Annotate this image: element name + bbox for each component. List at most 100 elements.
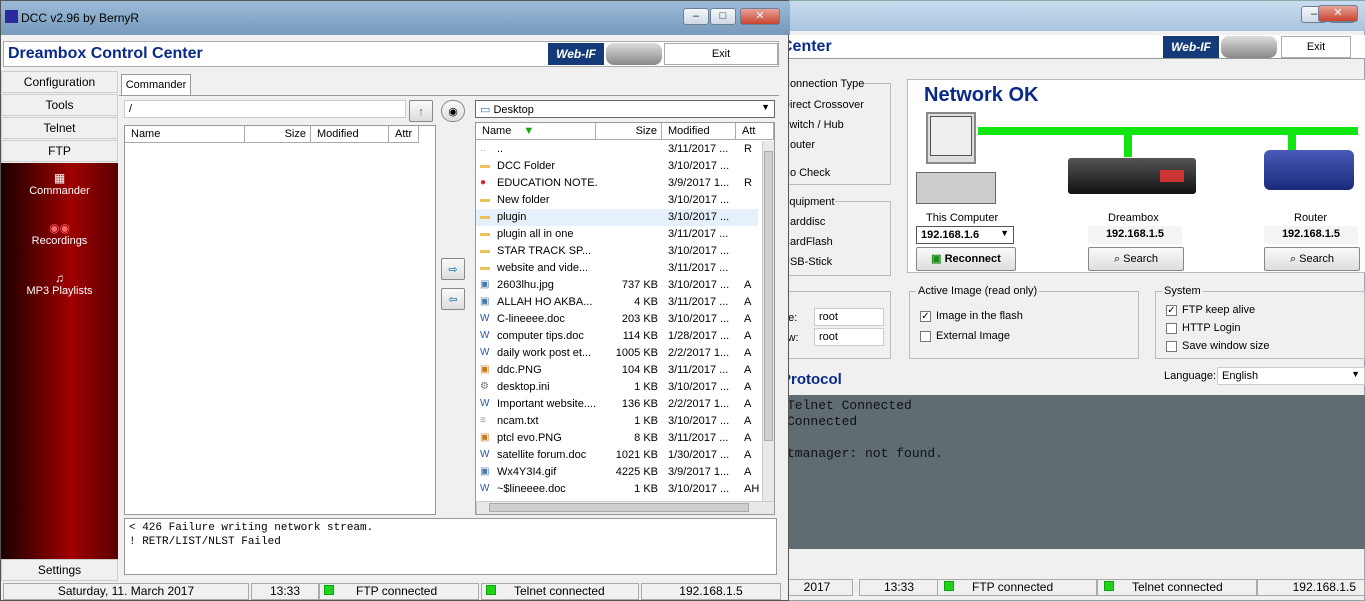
- file-row[interactable]: ▣ ddc.PNG 104 KB 3/11/2017 ... A: [476, 362, 758, 379]
- sidebar: ▦ Commander ◉◉ Recordings ♫ MP3 Playlists: [1, 163, 118, 559]
- file-row[interactable]: W Important website.... 136 KB 2/2/2017 1..…: [476, 396, 758, 413]
- router-search-button[interactable]: ⌕ Search: [1264, 247, 1360, 271]
- option-switch-hub[interactable]: Switch / Hub: [782, 119, 844, 131]
- doc-icon: W: [480, 313, 490, 324]
- file-attr: A: [744, 432, 752, 444]
- chevron-down-icon: ▼: [1000, 228, 1009, 238]
- file-row[interactable]: ▣ 2603lhu.jpg 737 KB 3/10/2017 ... A: [476, 277, 758, 294]
- file-row[interactable]: Wcomputer tips.doc 114 KB 1/28/2017 ... A: [476, 328, 758, 345]
- nav-tools[interactable]: Tools: [1, 94, 118, 116]
- back-close-button[interactable]: ✕: [1318, 5, 1358, 22]
- nav-telnet[interactable]: Telnet: [1, 117, 118, 139]
- file-row[interactable]: ● EDUCATION NOTE... 3/9/2017 1... R: [476, 175, 758, 192]
- language-select[interactable]: English ▼: [1217, 367, 1365, 385]
- right-col-name[interactable]: Name ▼: [476, 123, 596, 140]
- settings-button[interactable]: Settings: [1, 559, 118, 581]
- left-col-attr[interactable]: Attr: [389, 126, 419, 143]
- webif-icon[interactable]: Web-IF: [1163, 36, 1219, 58]
- file-row[interactable]: Wdaily work post et... 1005 KB 2/2/2017 1.…: [476, 345, 758, 362]
- txt-icon: ≡: [480, 415, 486, 426]
- language-label: Language:: [1164, 370, 1216, 382]
- file-row[interactable]: ▣ Wx4Y3I4.gif 4225 KB 3/9/2017 1... A: [476, 464, 758, 481]
- sidebar-item-recordings[interactable]: ◉◉ Recordings: [1, 221, 118, 247]
- status-time: 13:33: [251, 583, 319, 600]
- file-row[interactable]: ▬ plugin 3/10/2017 ...: [476, 209, 758, 226]
- sidebar-item-mp3[interactable]: ♫ MP3 Playlists: [1, 271, 118, 297]
- file-row[interactable]: ≡ ncam.txt 1 KB 3/10/2017 ... A: [476, 413, 758, 430]
- this-computer-label: This Computer: [926, 212, 999, 224]
- right-col-size[interactable]: Size: [596, 123, 662, 140]
- file-mod: 3/9/2017 1...: [668, 177, 730, 189]
- exit-button[interactable]: Exit: [664, 43, 778, 65]
- external-image-option[interactable]: External Image: [920, 330, 1010, 342]
- file-row[interactable]: ▬ New folder 3/10/2017 ...: [476, 192, 758, 209]
- option-cardflash[interactable]: CardFlash: [782, 236, 833, 248]
- file-row[interactable]: Wsatellite forum.doc 1021 KB 1/30/2017 ...…: [476, 447, 758, 464]
- maximize-button[interactable]: □: [710, 8, 736, 25]
- file-row[interactable]: W ~$lineeee.doc 1 KB 3/10/2017 ... AH: [476, 481, 759, 498]
- active-image-group: Active Image (read only) ✓ Image in the f…: [909, 285, 1139, 359]
- file-row[interactable]: ⚙ desktop.ini 1 KB 3/10/2017 ... A: [476, 379, 758, 396]
- file-name: ptcl evo.PNG: [497, 432, 562, 444]
- png-icon: ▣: [480, 432, 490, 443]
- remote-icon[interactable]: [606, 43, 662, 65]
- file-row[interactable]: ▬ DCC Folder 3/10/2017 ...: [476, 158, 758, 175]
- copy-left-icon[interactable]: ⇦: [441, 288, 465, 310]
- sidebar-item-commander[interactable]: ▦ Commander: [1, 171, 118, 197]
- back-exit-button[interactable]: Exit: [1281, 36, 1351, 58]
- remote-icon[interactable]: [1221, 36, 1277, 58]
- left-col-size[interactable]: Size: [245, 126, 311, 143]
- ip-select[interactable]: 192.168.1.6 ▼: [916, 226, 1014, 244]
- nav-configuration[interactable]: Configuration: [1, 71, 118, 93]
- copy-right-icon[interactable]: ⇨: [441, 258, 465, 280]
- tab-commander[interactable]: Commander: [121, 74, 191, 96]
- file-row[interactable]: ▬ STAR TRACK SP... 3/10/2017 ...: [476, 243, 758, 260]
- pass-field[interactable]: root: [814, 328, 884, 346]
- right-path-select[interactable]: ▭ Desktop ▼: [475, 100, 775, 118]
- left-col-modified[interactable]: Modified: [311, 126, 389, 143]
- file-row[interactable]: .... 3/11/2017 ... R: [476, 141, 758, 158]
- file-row[interactable]: ▣ ptcl evo.PNG 8 KB 3/11/2017 ... A: [476, 430, 758, 447]
- image-flash-option[interactable]: ✓ Image in the flash: [920, 310, 1023, 322]
- network-line: [978, 127, 1358, 135]
- file-name: ALLAH HO AKBA...: [497, 296, 593, 308]
- save-window-size-option[interactable]: Save window size: [1166, 340, 1269, 352]
- left-col-name[interactable]: Name: [125, 126, 245, 143]
- file-name: Wx4Y3I4.gif: [497, 466, 557, 478]
- reconnect-button[interactable]: ▣ Reconnect: [916, 247, 1016, 271]
- file-rows: .... 3/11/2017 ... R ▬ DCC Folder 3/10/2017 .…: [476, 141, 762, 501]
- status-telnet: Telnet connected: [481, 583, 639, 600]
- ftp-keep-alive-option[interactable]: ✓ FTP keep alive: [1166, 304, 1255, 316]
- close-button[interactable]: ✕: [740, 8, 780, 25]
- status-ip: 192.168.1.5: [641, 583, 781, 600]
- right-col-attr[interactable]: Att: [736, 123, 774, 140]
- nav-ftp[interactable]: FTP: [1, 140, 118, 162]
- file-row[interactable]: ▬ website and vide... 3/11/2017 ...: [476, 260, 758, 277]
- right-col-modified[interactable]: Modified: [662, 123, 736, 140]
- img-icon: ▣: [480, 279, 490, 290]
- option-no-check[interactable]: No Check: [782, 167, 830, 179]
- status-led-icon: [486, 585, 496, 595]
- file-row[interactable]: ▣ ALLAH HO AKBA... 4 KB 3/11/2017 ... A: [476, 294, 758, 311]
- http-login-option[interactable]: HTTP Login: [1166, 322, 1241, 334]
- file-row[interactable]: ▬ plugin all in one 3/11/2017 ...: [476, 226, 758, 243]
- vertical-scrollbar[interactable]: [762, 141, 774, 501]
- file-row[interactable]: W C-lineeee.doc 203 KB 3/10/2017 ... A: [476, 311, 758, 328]
- horizontal-scrollbar[interactable]: [476, 501, 774, 514]
- refresh-icon[interactable]: ◉: [441, 100, 465, 122]
- status-date: Saturday, 11. March 2017: [3, 583, 249, 600]
- up-folder-icon[interactable]: ↑: [409, 100, 433, 122]
- left-file-list[interactable]: Name Size Modified Attr: [124, 125, 436, 515]
- right-file-list[interactable]: Name ▼ Size Modified Att .... 3/11/2017 ..…: [475, 122, 775, 515]
- dreambox-search-button[interactable]: ⌕ Search: [1088, 247, 1184, 271]
- minimize-button[interactable]: –: [683, 8, 709, 25]
- back-status-telnet: Telnet connected: [1097, 579, 1257, 596]
- option-direct-crossover[interactable]: Direct Crossover: [782, 99, 864, 111]
- folder-icon: ▬: [480, 194, 490, 205]
- user-field[interactable]: root: [814, 308, 884, 326]
- option-usb-stick[interactable]: USB-Stick: [782, 256, 832, 268]
- left-path-input[interactable]: /: [124, 100, 406, 118]
- webif-button[interactable]: Web-IF: [548, 43, 604, 65]
- recording-icon: ◉◉: [49, 221, 70, 235]
